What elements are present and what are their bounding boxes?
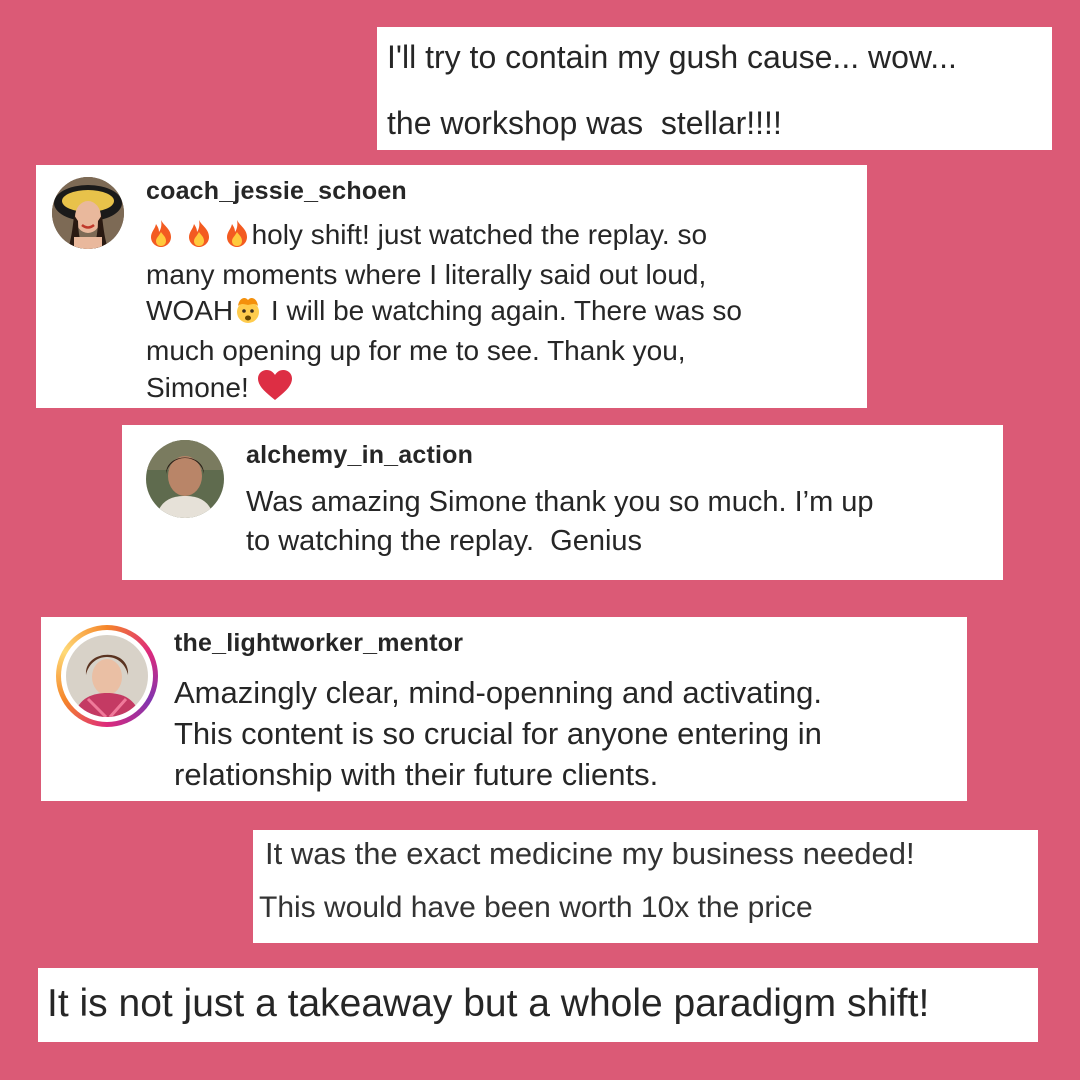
comment-line: Was amazing Simone thank you so much. I’…: [246, 486, 874, 518]
comment-line: relationship with their future clients.: [174, 757, 659, 792]
avatar-photo-icon: [66, 635, 148, 717]
testimonial-card-1: I'll try to contain my gush cause... wow…: [377, 27, 1052, 150]
testimonial-text-line-2: the workshop was stellar!!!!: [387, 105, 782, 141]
comment-username[interactable]: coach_jessie_schoen: [146, 177, 407, 206]
avatar-photo-icon: [52, 177, 124, 249]
comment-text: Amazingly clear, mind-openning and activ…: [174, 672, 822, 795]
comment-card-lightworker: the_lightworker_mentor Amazingly clear, …: [41, 617, 967, 801]
testimonial-card-5: It was the exact medicine my business ne…: [253, 830, 1038, 943]
comment-line: to watching the replay. Genius: [246, 525, 643, 557]
comment-line: Amazingly clear, mind-openning and activ…: [174, 675, 822, 710]
comment-line: many moments where I literally said out …: [146, 259, 707, 290]
comment-username[interactable]: alchemy_in_action: [246, 441, 473, 470]
red-heart-emoji-icon: [257, 369, 293, 410]
comment-card-alchemy: alchemy_in_action Was amazing Simone tha…: [122, 425, 1003, 580]
fire-emoji-icon: [184, 218, 214, 257]
comment-text: holy shift! just watched the replay. so …: [146, 217, 742, 410]
avatar[interactable]: [66, 635, 148, 717]
fire-emoji-icon: [146, 218, 176, 257]
testimonial-text-line-2: This would have been worth 10x the price: [259, 891, 813, 924]
testimonial-card-6: It is not just a takeaway but a whole pa…: [38, 968, 1038, 1042]
mind-blown-emoji-icon: [233, 294, 263, 333]
comment-text: Was amazing Simone thank you so much. I’…: [246, 483, 874, 561]
comment-line: holy shift! just watched the replay. so: [146, 217, 742, 257]
comment-card-coach-jessie: coach_jessie_schoen holy shift! just wat…: [36, 165, 867, 408]
comment-line: much opening up for me to see. Thank you…: [146, 335, 686, 366]
testimonial-text-line-1: I'll try to contain my gush cause... wow…: [387, 39, 957, 75]
testimonial-text-line-1: It was the exact medicine my business ne…: [265, 836, 915, 871]
avatar-photo-icon: [146, 440, 224, 518]
comment-line: WOAH I will be watching again. There was…: [146, 293, 742, 333]
testimonial-text-line-1: It is not just a takeaway but a whole pa…: [47, 982, 930, 1025]
comment-line: Simone!: [146, 369, 742, 410]
comment-line: This content is so crucial for anyone en…: [174, 716, 822, 751]
avatar[interactable]: [52, 177, 124, 249]
fire-emoji-icon: [222, 218, 252, 257]
avatar[interactable]: [146, 440, 224, 518]
comment-username[interactable]: the_lightworker_mentor: [174, 629, 463, 658]
